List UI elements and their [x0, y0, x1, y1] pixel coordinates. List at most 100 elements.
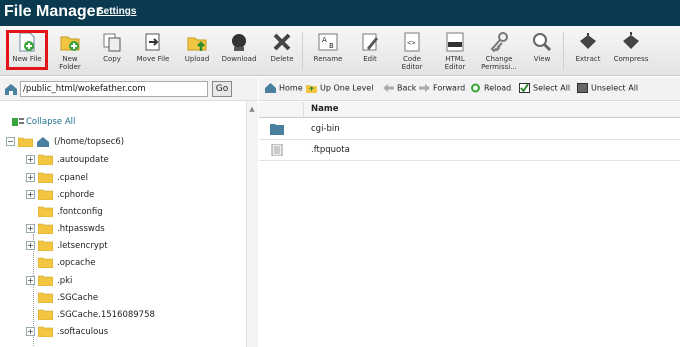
toolbar-divider: [563, 32, 564, 70]
new-folder-label: New Folder: [59, 55, 81, 71]
file-table-header: Name: [259, 102, 680, 118]
expand-icon[interactable]: +: [26, 241, 35, 250]
edit-button[interactable]: Edit: [354, 26, 386, 76]
tree-item-label: .pki: [57, 276, 73, 286]
expand-icon[interactable]: +: [26, 224, 35, 233]
compress-button[interactable]: Compress: [610, 26, 652, 76]
copy-icon: [103, 33, 121, 52]
tree-item-label: .cpanel: [57, 173, 88, 183]
edit-icon: [362, 33, 378, 51]
file-row[interactable]: cgi-bin: [259, 119, 680, 140]
navigation-bar: Home Up One Level Back Forward Reload Se…: [259, 77, 680, 101]
move-file-icon: [145, 33, 160, 51]
app-title: File Manager: [4, 3, 102, 20]
extract-button[interactable]: Extract: [570, 26, 606, 76]
rename-button[interactable]: A B Rename: [309, 26, 347, 76]
move-file-button[interactable]: Move File: [133, 26, 173, 76]
view-button[interactable]: View: [527, 26, 557, 76]
back-arrow-icon: [383, 84, 394, 92]
delete-label: Delete: [270, 55, 294, 63]
expand-icon[interactable]: +: [26, 276, 35, 285]
file-name: cgi-bin: [311, 124, 340, 134]
tree-item[interactable]: .fontconfig: [26, 204, 103, 220]
select-all-button[interactable]: Select All: [519, 83, 570, 93]
collapse-all-icon: [12, 118, 24, 126]
go-button[interactable]: Go: [212, 81, 232, 97]
folder-icon: [38, 309, 53, 320]
html-editor-button[interactable]: HTML Editor: [437, 26, 473, 76]
code-editor-button[interactable]: <> Code Editor: [395, 26, 429, 76]
tree-root[interactable]: − (/home/topsec6): [6, 134, 124, 150]
rename-label: Rename: [313, 55, 343, 63]
forward-label: Forward: [433, 83, 466, 93]
unselect-all-button[interactable]: Unselect All: [577, 83, 638, 93]
tree-item[interactable]: + .htpasswds: [26, 221, 105, 237]
home-icon: [265, 83, 276, 93]
delete-icon: [273, 33, 291, 51]
expand-icon[interactable]: +: [26, 327, 35, 336]
upload-button[interactable]: Upload: [180, 26, 214, 76]
tree-item-label: .softaculous: [57, 327, 109, 337]
file-row[interactable]: .ftpquota: [259, 140, 680, 161]
home-button[interactable]: Home: [265, 83, 303, 93]
code-editor-icon: <>: [404, 32, 420, 52]
tree-item[interactable]: + .letsencrypt: [26, 238, 108, 254]
download-icon: [232, 34, 246, 51]
settings-link[interactable]: Settings: [97, 6, 136, 17]
back-button[interactable]: Back: [383, 83, 416, 93]
scroll-up-arrow[interactable]: ▲: [246, 105, 258, 115]
tree-item-label: .cphorde: [57, 190, 95, 200]
move-file-label: Move File: [136, 55, 170, 63]
folder-icon: [38, 206, 53, 217]
collapse-toggle-icon[interactable]: −: [6, 137, 15, 146]
tree-item-label: .letsencrypt: [57, 241, 108, 251]
download-button[interactable]: Download: [218, 26, 260, 76]
svg-text:B: B: [329, 42, 334, 50]
tree-item[interactable]: + .autoupdate: [26, 152, 109, 168]
tree-item[interactable]: .opcache: [26, 255, 95, 271]
collapse-all-link[interactable]: Collapse All: [26, 117, 75, 127]
tree-root-label: (/home/topsec6): [54, 137, 125, 147]
folder-icon: [38, 154, 53, 165]
permissions-icon: [490, 32, 508, 53]
app-header: File Manager Settings: [0, 0, 680, 26]
tree-item[interactable]: + .cphorde: [26, 187, 94, 203]
back-label: Back: [397, 83, 417, 93]
reload-button[interactable]: Reload: [470, 83, 511, 93]
edit-label: Edit: [363, 55, 377, 63]
rename-icon: A B: [318, 33, 338, 51]
up-one-level-button[interactable]: Up One Level: [306, 83, 373, 93]
forward-button[interactable]: Forward: [419, 83, 465, 93]
change-permissions-button[interactable]: Change Permissi...: [478, 26, 520, 76]
view-label: View: [533, 55, 551, 63]
folder-icon: [38, 275, 53, 286]
toolbar: New File New Folder Copy Move File Uploa…: [0, 26, 680, 76]
tree-item[interactable]: + .cpanel: [26, 170, 88, 186]
folder-icon: [38, 257, 53, 268]
expand-icon[interactable]: +: [26, 190, 35, 199]
expand-icon[interactable]: +: [26, 155, 35, 164]
folder-icon: [38, 189, 53, 200]
view-icon: [533, 33, 552, 52]
tree-item[interactable]: .SGCache: [26, 290, 98, 306]
select-all-label: Select All: [533, 83, 571, 93]
checkbox-checked-icon: [519, 83, 530, 93]
new-folder-button[interactable]: New Folder: [52, 26, 88, 76]
tree-scrollbar[interactable]: [246, 101, 258, 347]
forward-arrow-icon: [419, 84, 430, 92]
copy-button[interactable]: Copy: [96, 26, 128, 76]
name-column-header[interactable]: Name: [311, 104, 338, 114]
path-bar: Go: [0, 77, 258, 101]
reload-icon: [471, 83, 480, 93]
tree-item[interactable]: + .pki: [26, 273, 72, 289]
html-editor-icon: [446, 32, 464, 52]
expand-icon[interactable]: +: [26, 173, 35, 182]
tree-item[interactable]: .SGCache.1516089758: [26, 307, 155, 323]
folder-icon: [38, 223, 53, 234]
tree-item[interactable]: + .softaculous: [26, 324, 108, 340]
path-input[interactable]: [20, 81, 208, 97]
delete-button[interactable]: Delete: [266, 26, 298, 76]
html-editor-label: HTML Editor: [444, 55, 466, 71]
tree-item-label: .SGCache.1516089758: [57, 310, 155, 320]
column-divider: [303, 102, 304, 118]
